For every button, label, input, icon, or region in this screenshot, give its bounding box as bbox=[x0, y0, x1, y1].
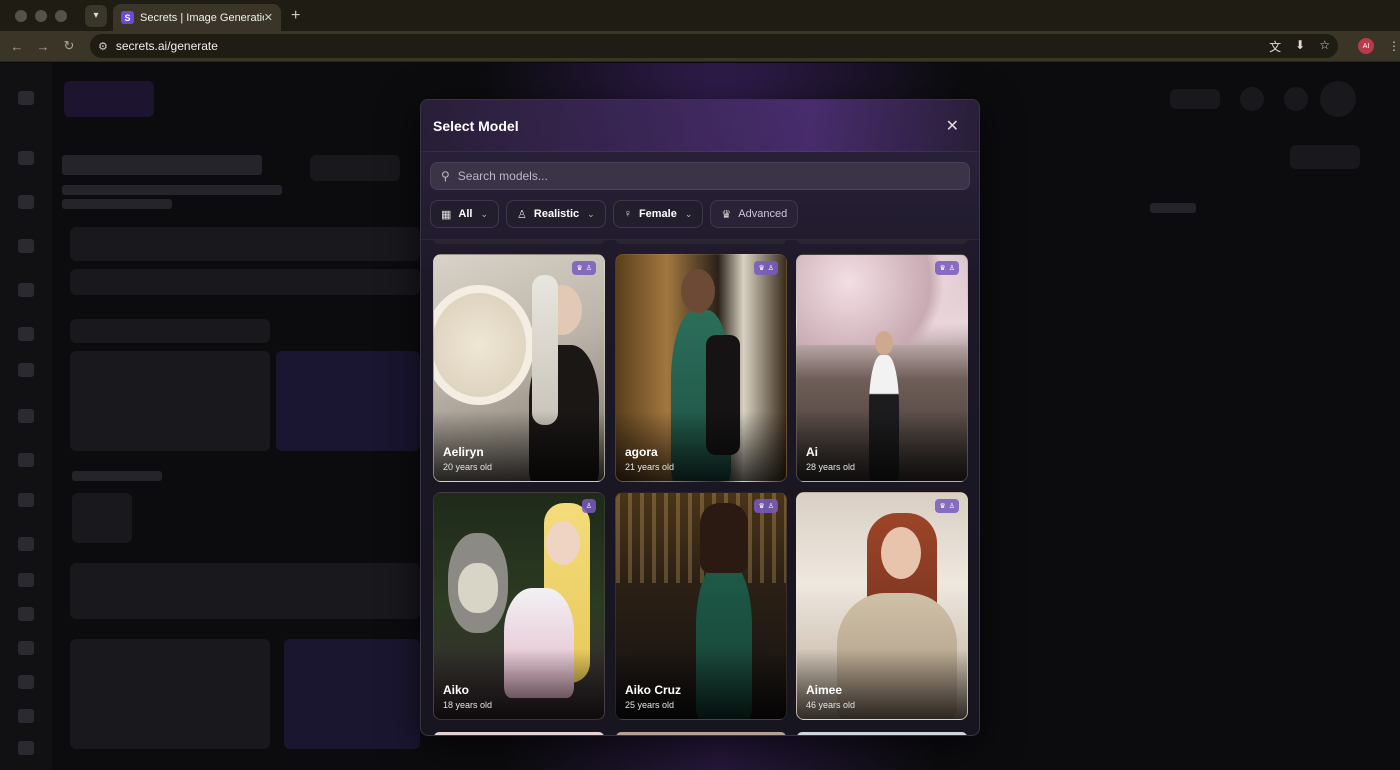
search-input[interactable] bbox=[457, 169, 938, 183]
model-name: agora bbox=[625, 445, 658, 459]
chevron-down-icon: ⌄ bbox=[480, 208, 489, 219]
model-name: Aeliryn bbox=[443, 445, 484, 459]
model-name: Ai bbox=[806, 445, 818, 459]
person-icon: ♙ bbox=[948, 503, 955, 510]
card-photo-plush-belly bbox=[458, 563, 498, 613]
new-tab-button[interactable]: + bbox=[291, 7, 300, 25]
bookmark-star-icon[interactable]: ☆ bbox=[1319, 38, 1330, 55]
translate-icon[interactable]: 文 bbox=[1269, 38, 1281, 55]
select-model-dialog: Select Model ✕ ⚲ ▦ All ⌄ ♙ Realistic ⌄ ♀… bbox=[420, 99, 980, 736]
close-icon[interactable]: ✕ bbox=[946, 116, 959, 136]
grid-icon: ▦ bbox=[441, 208, 452, 221]
female-icon: ♀ bbox=[623, 208, 632, 220]
card-photo-head bbox=[881, 527, 921, 579]
model-age: 18 years old bbox=[443, 700, 493, 710]
model-type-badge: ♛ ♙ bbox=[572, 261, 596, 275]
card-partial-top bbox=[434, 240, 604, 244]
crown-icon: ♛ bbox=[758, 265, 765, 272]
browser-tab[interactable]: S Secrets | Image Generation ✕ bbox=[113, 4, 281, 31]
filter-all-label: All bbox=[458, 208, 473, 220]
model-card[interactable]: ♛ ♙ Aeliryn 20 years old bbox=[433, 254, 605, 482]
dialog-title: Select Model bbox=[433, 117, 519, 134]
chevron-down-icon: ▾ bbox=[93, 10, 99, 21]
card-photo-head bbox=[681, 269, 715, 313]
card-partial-bottom bbox=[434, 732, 604, 735]
model-age: 25 years old bbox=[625, 700, 675, 710]
browser-tab-bar: ▾ S Secrets | Image Generation ✕ + bbox=[0, 0, 1400, 31]
install-app-icon[interactable]: ⬇ bbox=[1295, 38, 1305, 55]
close-window-button[interactable] bbox=[15, 9, 27, 22]
person-icon: ♙ bbox=[585, 503, 592, 510]
model-age: 21 years old bbox=[625, 462, 675, 472]
card-photo-head bbox=[875, 331, 893, 355]
app-sidebar bbox=[0, 63, 52, 770]
person-icon: ♙ bbox=[767, 503, 774, 510]
card-photo-ring bbox=[434, 285, 534, 405]
model-type-badge: ♛ ♙ bbox=[935, 499, 959, 513]
card-photo-hair bbox=[532, 275, 558, 425]
model-card[interactable]: ♛ ♙ Aiko Cruz 25 years old bbox=[615, 492, 787, 720]
forward-arrow-icon[interactable]: → bbox=[30, 39, 56, 54]
maximize-window-button[interactable] bbox=[55, 9, 67, 22]
filter-gender-label: Female bbox=[638, 208, 677, 220]
url-field[interactable]: ⚙ secrets.ai/generate 文 ⬇ ☆ bbox=[90, 34, 1338, 58]
card-partial-bottom bbox=[797, 732, 967, 735]
tab-search-button[interactable]: ▾ bbox=[85, 4, 107, 27]
crown-icon: ♛ bbox=[758, 503, 765, 510]
address-bar-row: ← → ↻ ⚙ secrets.ai/generate 文 ⬇ ☆ AI ⋮ bbox=[0, 31, 1400, 62]
crown-icon: ♛ bbox=[576, 265, 583, 272]
card-photo-hair bbox=[700, 503, 748, 573]
close-tab-icon[interactable]: ✕ bbox=[264, 11, 273, 24]
model-name: Aiko Cruz bbox=[625, 683, 682, 697]
dialog-header: Select Model ✕ bbox=[421, 100, 979, 152]
window-controls[interactable] bbox=[15, 9, 67, 22]
filter-style-button[interactable]: ♙ Realistic ⌄ bbox=[506, 200, 606, 228]
crown-icon: ♛ bbox=[939, 265, 946, 272]
browser-menu-icon[interactable]: ⋮ bbox=[1388, 39, 1400, 53]
model-type-badge: ♛ ♙ bbox=[935, 261, 959, 275]
model-card[interactable]: ♛ ♙ Ai 28 years old bbox=[796, 254, 968, 482]
card-photo-head bbox=[546, 521, 580, 565]
model-name: Aiko bbox=[443, 683, 470, 697]
site-settings-icon[interactable]: ⚙ bbox=[98, 40, 108, 53]
card-partial-bottom bbox=[616, 732, 786, 735]
model-type-badge: ♛ ♙ bbox=[754, 499, 778, 513]
filter-style-label: Realistic bbox=[533, 208, 580, 220]
model-card[interactable]: ♙ Aiko 18 years old bbox=[433, 492, 605, 720]
card-partial-top bbox=[797, 240, 967, 244]
filter-bar: ▦ All ⌄ ♙ Realistic ⌄ ♀ Female ⌄ ♛ Advan… bbox=[430, 200, 979, 228]
minimize-window-button[interactable] bbox=[35, 9, 47, 22]
url-text: secrets.ai/generate bbox=[115, 39, 218, 53]
person-icon: ♙ bbox=[585, 265, 592, 272]
model-age: 28 years old bbox=[806, 462, 856, 472]
model-card[interactable]: ♛ ♙ Aimee 46 years old bbox=[796, 492, 968, 720]
filter-advanced-button[interactable]: ♛ Advanced bbox=[710, 200, 799, 228]
chevron-down-icon: ⌄ bbox=[587, 208, 595, 219]
filter-advanced-label: Advanced bbox=[738, 208, 788, 220]
search-icon: ⚲ bbox=[441, 169, 450, 183]
chevron-down-icon: ⌄ bbox=[684, 208, 693, 219]
model-grid: ♛ ♙ Aeliryn 20 years old ♛ ♙ agora 21 year… bbox=[421, 239, 979, 735]
model-age: 46 years old bbox=[806, 700, 856, 710]
model-name: Aimee bbox=[806, 683, 843, 697]
crown-icon: ♛ bbox=[939, 503, 946, 510]
model-type-badge: ♛ ♙ bbox=[754, 261, 778, 275]
back-arrow-icon[interactable]: ← bbox=[4, 39, 30, 54]
profile-avatar[interactable]: AI bbox=[1358, 38, 1374, 54]
favicon: S bbox=[121, 11, 134, 24]
search-box[interactable]: ⚲ bbox=[430, 162, 970, 190]
person-icon: ♙ bbox=[948, 265, 955, 272]
tab-title: Secrets | Image Generation bbox=[140, 11, 264, 24]
person-icon: ♙ bbox=[517, 208, 527, 221]
card-partial-top bbox=[616, 240, 786, 244]
filter-all-button[interactable]: ▦ All ⌄ bbox=[430, 200, 500, 228]
filter-gender-button[interactable]: ♀ Female ⌄ bbox=[612, 200, 704, 228]
model-age: 20 years old bbox=[443, 462, 493, 472]
reload-icon[interactable]: ↻ bbox=[56, 38, 82, 54]
person-icon: ♙ bbox=[767, 265, 774, 272]
model-type-badge: ♙ bbox=[581, 499, 596, 513]
model-card[interactable]: ♛ ♙ agora 21 years old bbox=[615, 254, 787, 482]
crown-icon: ♛ bbox=[721, 208, 732, 221]
